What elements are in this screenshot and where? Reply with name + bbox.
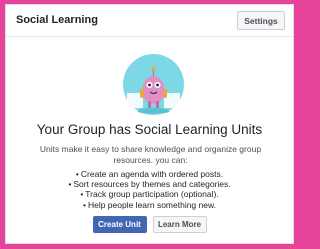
social-learning-card: Social Learning Settings Your Group has … bbox=[5, 4, 294, 244]
description-line-1: Units make it easy to share knowledge an… bbox=[39, 144, 262, 154]
action-buttons: Create Unit Learn More bbox=[6, 216, 293, 233]
bullet-dot: • bbox=[80, 189, 84, 200]
settings-button[interactable]: Settings bbox=[237, 11, 285, 30]
feature-text: Sort resources by themes and categories. bbox=[73, 179, 231, 190]
description: Units make it easy to share knowledge an… bbox=[26, 144, 275, 166]
robot-mascot-icon bbox=[123, 54, 184, 115]
bullet-dot: • bbox=[68, 179, 72, 190]
feature-item: • Create an agenda with ordered posts. bbox=[6, 169, 293, 179]
feature-item: • Sort resources by themes and categories… bbox=[6, 179, 293, 189]
feature-item: • Help people learn something new. bbox=[6, 200, 293, 210]
feature-list: • Create an agenda with ordered posts. • S… bbox=[6, 169, 293, 210]
header-title: Social Learning bbox=[16, 14, 98, 26]
feature-text: Help people learn something new. bbox=[87, 199, 217, 210]
feature-text: Track group participation (optional). bbox=[85, 189, 219, 200]
create-unit-button[interactable]: Create Unit bbox=[92, 216, 147, 233]
card-header: Social Learning Settings bbox=[6, 5, 293, 37]
learn-more-button[interactable]: Learn More bbox=[152, 216, 207, 233]
description-line-2: resources. you can: bbox=[113, 155, 188, 165]
feature-item: • Track group participation (optional). bbox=[6, 189, 293, 199]
bullet-dot: • bbox=[82, 199, 86, 210]
bullet-dot: • bbox=[75, 169, 79, 179]
feature-text: Create an agenda with ordered posts. bbox=[80, 169, 224, 179]
headline: Your Group has Social Learning Units bbox=[36, 122, 263, 137]
